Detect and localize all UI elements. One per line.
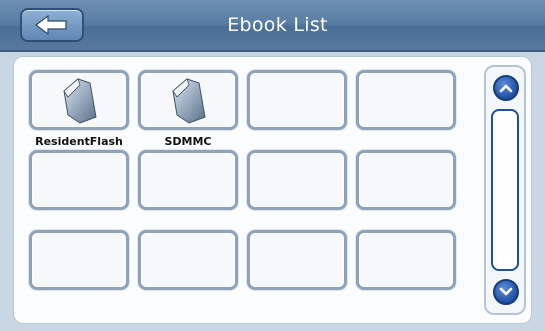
scroll-down-button[interactable] [493,279,519,305]
storage-card-icon [172,78,206,124]
empty-tile[interactable] [356,230,456,290]
folder-label: SDMMC [164,135,212,148]
page-title: Ebook List [227,14,328,36]
empty-tile[interactable] [356,150,456,210]
empty-tile[interactable] [29,230,129,290]
title-bar: Ebook List [0,0,545,52]
folder-label: ResidentFlash [35,135,123,148]
empty-tile[interactable] [247,70,347,130]
empty-tile[interactable] [247,230,347,290]
chevron-down-icon [499,287,513,296]
folder-tile-residentflash[interactable]: ResidentFlash [29,70,129,148]
vertical-scrollbar[interactable] [484,65,526,315]
ebook-list-panel: ResidentFlash SDMMC [13,56,532,324]
folder-tile-sdmmc[interactable]: SDMMC [138,70,238,148]
empty-tile[interactable] [138,230,238,290]
storage-card-icon [63,78,97,124]
scroll-up-button[interactable] [493,75,519,101]
empty-tile[interactable] [138,150,238,210]
scroll-track[interactable] [491,109,519,271]
chevron-up-icon [499,84,513,93]
empty-tile[interactable] [29,150,129,210]
empty-tile[interactable] [356,70,456,130]
folder-grid: ResidentFlash SDMMC [29,70,456,290]
empty-tile[interactable] [247,150,347,210]
